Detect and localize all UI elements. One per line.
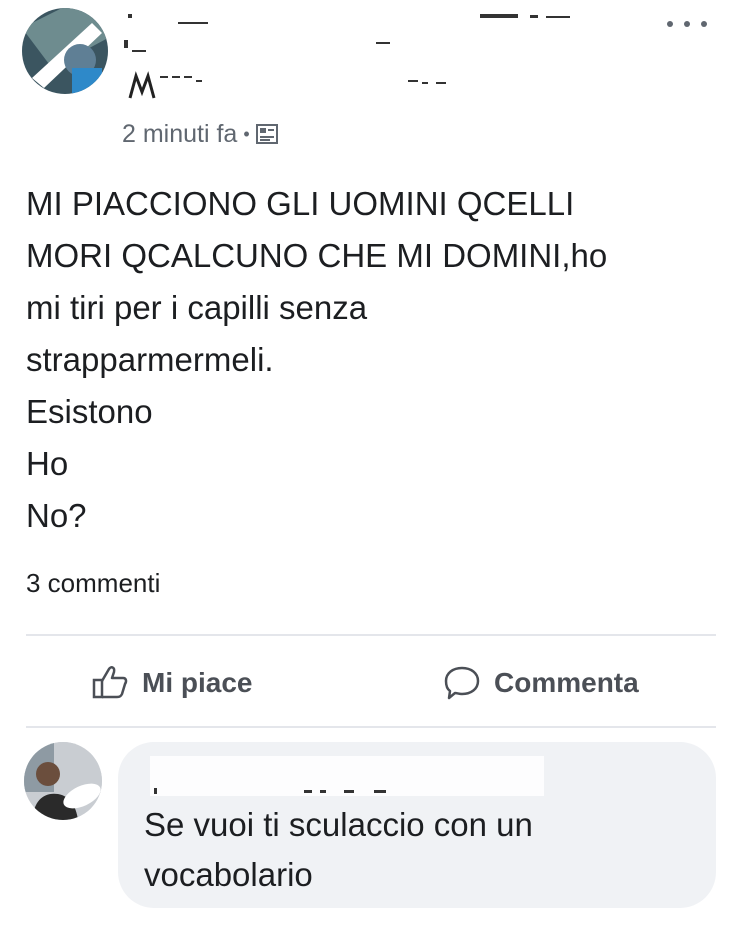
meta-separator: • bbox=[243, 123, 250, 144]
divider bbox=[26, 634, 716, 636]
divider bbox=[26, 726, 716, 728]
post-text-line: mi tiri per i capilli senza bbox=[26, 289, 368, 326]
author-name-redacted[interactable] bbox=[118, 10, 638, 105]
comment-bubble: Se vuoi ti sculaccio con un vocabolario bbox=[118, 742, 716, 908]
post-text-line: Ho bbox=[26, 445, 69, 482]
comments-count[interactable]: 3 commenti bbox=[26, 568, 160, 599]
comment-text-line: vocabolario bbox=[144, 856, 313, 893]
speech-bubble-icon bbox=[442, 663, 482, 703]
like-label: Mi piace bbox=[142, 667, 253, 698]
photo-audience-icon bbox=[255, 123, 278, 145]
thumbs-up-icon bbox=[90, 663, 130, 703]
post-text-line: MI PIACCIONO GLI UOMINI QCELLI bbox=[26, 185, 575, 222]
more-options-icon[interactable] bbox=[667, 14, 707, 34]
commenter-name-redacted[interactable] bbox=[144, 756, 570, 796]
author-avatar[interactable] bbox=[22, 8, 108, 94]
post-timestamp[interactable]: 2 minuti fa bbox=[122, 120, 237, 149]
post-text: MI PIACCIONO GLI UOMINI QCELLI MORI QCAL… bbox=[26, 178, 716, 542]
post-meta: 2 minuti fa • bbox=[122, 116, 278, 152]
comment-text: Se vuoi ti sculaccio con un vocabolario bbox=[144, 800, 684, 900]
commenter-avatar-image bbox=[24, 742, 102, 820]
commenter-avatar[interactable] bbox=[24, 742, 102, 820]
comment-label: Commenta bbox=[494, 667, 639, 698]
post-text-line: No? bbox=[26, 497, 87, 534]
comment-button[interactable]: Commenta bbox=[442, 655, 639, 711]
facebook-post: 2 minuti fa • MI PIACCIONO GLI UOMINI QC… bbox=[0, 0, 741, 929]
comment-text-line: Se vuoi ti sculaccio con un bbox=[144, 806, 533, 843]
post-text-line: Esistono bbox=[26, 393, 153, 430]
post-text-line: MORI QCALCUNO CHE MI DOMINI,ho bbox=[26, 237, 608, 274]
avatar-image bbox=[22, 8, 108, 94]
like-button[interactable]: Mi piace bbox=[90, 655, 252, 711]
post-text-line: strapparmermeli. bbox=[26, 341, 274, 378]
